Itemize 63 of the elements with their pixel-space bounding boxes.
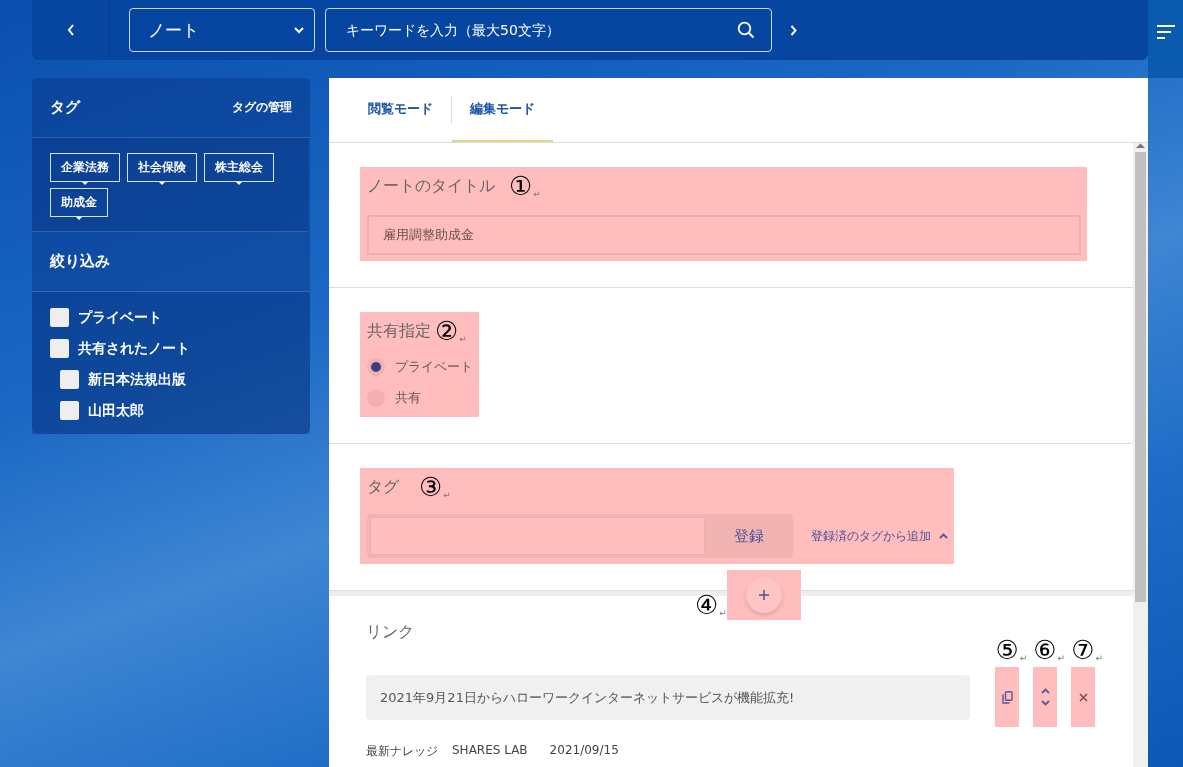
section-heading: リンク [366,622,415,643]
title-input[interactable]: 雇用調整助成金 [367,215,1081,255]
filter-label: 共有されたノート [78,339,190,358]
annotation-number: ⑦ [1071,637,1095,663]
radio-label: プライベート [395,358,473,376]
close-icon [1078,692,1088,702]
search-input[interactable]: キーワードを入力（最大50文字） [344,21,737,39]
add-from-registered-link[interactable]: 登録済のタグから追加 [811,527,931,545]
filter-label: プライベート [78,308,162,327]
checkbox[interactable] [50,339,69,358]
annotation-number: ⑤ [995,637,1019,663]
mode-tab[interactable]: 編集モード [452,78,553,142]
return-mark: ↵ [719,609,727,618]
category-select[interactable]: ノート [129,8,315,52]
annotation-number: ② [435,318,459,344]
radio-label: 共有 [395,389,421,407]
tag-chip[interactable]: 株主総会 [204,153,274,182]
manage-tags-link[interactable]: タグの管理 [232,99,292,116]
link-site: SHARES LAB [452,743,528,759]
search-field[interactable]: キーワードを入力（最大50文字） [325,8,772,52]
return-mark: ↵ [1095,654,1103,663]
tag-chip[interactable]: 助成金 [50,188,108,217]
menu-icon[interactable] [1155,24,1176,40]
link-source: 最新ナレッジ [366,743,438,760]
chevron-left-icon [66,24,75,36]
scroll-up-icon[interactable] [1136,143,1145,149]
annotation-number: ① [509,173,533,199]
return-mark: ↵ [533,190,541,199]
search-icon[interactable] [737,21,755,39]
filter-label: 新日本法規出版 [88,370,186,389]
reorder-button[interactable] [1033,667,1058,727]
return-mark: ↵ [1057,654,1066,663]
field-label: タグ [367,476,399,498]
return-mark: ↵ [443,491,451,500]
link-title[interactable]: 2021年9月21日からハローワークインターネットサービスが機能拡充! [366,675,971,720]
plus-icon [758,590,769,600]
chevron-right-icon[interactable] [790,24,797,36]
tag-chip[interactable]: 社会保険 [127,153,197,182]
caret-up-icon[interactable] [939,532,948,540]
radio-button[interactable] [367,358,385,376]
checkbox[interactable] [60,370,79,389]
up-down-chevron-icon [1040,688,1050,706]
tag-chip[interactable]: 企業法務 [50,153,120,182]
checkbox[interactable] [60,401,79,420]
return-mark: ↵ [1019,654,1028,663]
link-date: 2021/09/15 [549,743,619,759]
scrollbar-thumb[interactable] [1135,152,1146,602]
filter-label: 山田太郎 [88,401,144,420]
delete-button[interactable] [1071,667,1096,727]
tags-heading: タグ [50,98,80,117]
add-button[interactable] [745,577,782,613]
field-label: 共有指定 [367,320,431,342]
chevron-down-icon [294,26,304,34]
filter-heading: 絞り込み [50,252,110,271]
return-mark: ↵ [459,335,467,344]
annotation-number: ③ [419,474,443,500]
annotation-number: ④ [695,592,719,618]
copy-icon [1001,690,1013,704]
checkbox[interactable] [50,308,69,327]
copy-button[interactable] [995,667,1020,727]
mode-tab[interactable]: 閲覧モード [350,78,451,142]
field-label: ノートのタイトル [367,175,495,197]
annotation-number: ⑥ [1033,637,1057,663]
